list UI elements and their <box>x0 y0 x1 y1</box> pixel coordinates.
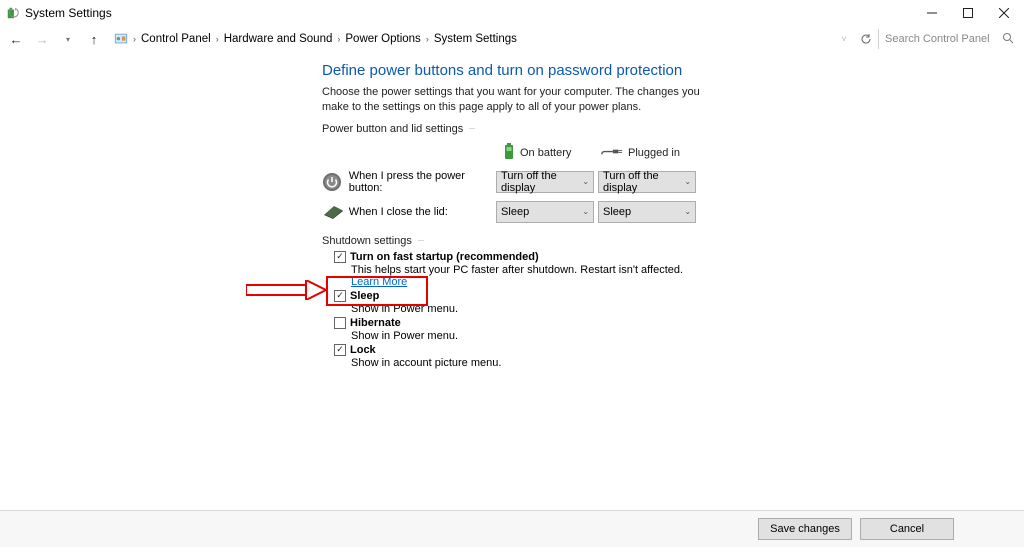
shutdown-item-sleep: ✓ Sleep Show in Power menu. <box>334 290 700 315</box>
cancel-button[interactable]: Cancel <box>860 518 954 540</box>
search-icon[interactable] <box>1002 32 1014 47</box>
window-maximize-button[interactable] <box>950 2 986 24</box>
breadcrumb[interactable]: › Control Panel › Hardware and Sound › P… <box>110 28 820 50</box>
select-power-button-battery[interactable]: Turn off the display ⌄ <box>496 171 594 193</box>
nav-up-button[interactable]: ↑ <box>84 29 104 49</box>
page-title: Define power buttons and turn on passwor… <box>322 62 1022 79</box>
titlebar: System Settings <box>0 0 1024 26</box>
laptop-lid-icon <box>322 204 349 220</box>
chevron-right-icon: › <box>425 34 430 44</box>
nav-recent-caret[interactable]: ▾ <box>58 29 78 49</box>
item-description: Show in Power menu. <box>351 330 700 342</box>
nav-forward-button[interactable]: → <box>32 29 52 49</box>
chevron-down-icon: ⌄ <box>684 177 691 186</box>
power-button-icon <box>322 172 349 192</box>
control-panel-icon <box>114 32 128 46</box>
chevron-right-icon: › <box>336 34 341 44</box>
row-label: When I close the lid: <box>349 206 496 218</box>
chevron-right-icon: › <box>132 34 137 44</box>
checkbox-fast-startup[interactable]: ✓ <box>334 251 346 263</box>
breadcrumb-item[interactable]: Control Panel <box>141 33 211 45</box>
row-label: When I press the power button: <box>349 170 496 194</box>
checkbox-sleep[interactable]: ✓ <box>334 290 346 302</box>
divider <box>418 240 424 241</box>
refresh-button[interactable] <box>856 29 876 49</box>
breadcrumb-item[interactable]: System Settings <box>434 33 517 45</box>
shutdown-item-lock: ✓ Lock Show in account picture menu. <box>334 344 700 369</box>
checkbox-lock[interactable]: ✓ <box>334 344 346 356</box>
column-plugged-in: Plugged in <box>600 146 696 160</box>
chevron-down-icon: ⌄ <box>582 207 589 216</box>
row-close-lid: When I close the lid: Sleep ⌄ Sleep ⌄ <box>322 197 700 227</box>
save-changes-button[interactable]: Save changes <box>758 518 852 540</box>
page-subtitle: Choose the power settings that you want … <box>322 85 702 115</box>
shutdown-item-fast-startup: ✓ Turn on fast startup (recommended) Thi… <box>334 251 700 288</box>
window-close-button[interactable] <box>986 2 1022 24</box>
item-description: This helps start your PC faster after sh… <box>351 264 683 276</box>
row-power-button: When I press the power button: Turn off … <box>322 167 700 197</box>
breadcrumb-item[interactable]: Power Options <box>345 33 420 45</box>
nav-back-button[interactable]: ← <box>6 29 26 49</box>
breadcrumb-item[interactable]: Hardware and Sound <box>224 33 333 45</box>
select-close-lid-plugged[interactable]: Sleep ⌄ <box>598 201 696 223</box>
search-input[interactable] <box>878 29 1018 49</box>
address-history-caret[interactable]: ˅ <box>834 29 854 49</box>
checkbox-hibernate[interactable] <box>334 317 346 329</box>
divider <box>469 128 475 129</box>
battery-icon <box>504 142 514 163</box>
item-description: Show in account picture menu. <box>351 357 700 369</box>
chevron-down-icon: ⌄ <box>684 207 691 216</box>
learn-more-link[interactable]: Learn More <box>351 276 407 288</box>
navigation-bar: ← → ▾ ↑ › Control Panel › Hardware and S… <box>0 26 1024 52</box>
chevron-right-icon: › <box>215 34 220 44</box>
select-power-button-plugged[interactable]: Turn off the display ⌄ <box>598 171 696 193</box>
window-title: System Settings <box>25 6 112 20</box>
column-label: Plugged in <box>628 147 680 159</box>
column-label: On battery <box>520 147 571 159</box>
plug-icon <box>600 146 622 160</box>
column-on-battery: On battery <box>504 142 600 163</box>
content-area: Define power buttons and turn on passwor… <box>0 52 1024 371</box>
section-shutdown-settings: Shutdown settings ✓ Turn on fast startup… <box>322 235 700 369</box>
window-minimize-button[interactable] <box>914 2 950 24</box>
shutdown-item-hibernate: Hibernate Show in Power menu. <box>334 317 700 342</box>
fieldset-legend: Shutdown settings <box>322 235 418 247</box>
footer: Save changes Cancel <box>0 510 1024 547</box>
power-options-icon <box>6 6 20 20</box>
section-power-button-lid: Power button and lid settings On battery… <box>322 123 700 227</box>
chevron-down-icon: ⌄ <box>582 177 589 186</box>
select-close-lid-battery[interactable]: Sleep ⌄ <box>496 201 594 223</box>
item-description: Show in Power menu. <box>351 303 700 315</box>
fieldset-legend: Power button and lid settings <box>322 123 469 135</box>
